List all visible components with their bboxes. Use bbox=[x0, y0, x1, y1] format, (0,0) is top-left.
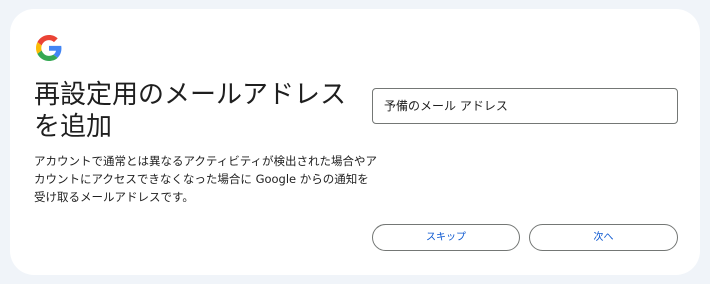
page-description: アカウントで通常とは異なるアクティビティが検出された場合やアカウントにアクセスで… bbox=[34, 154, 378, 204]
next-button[interactable]: 次へ bbox=[529, 224, 678, 251]
skip-button[interactable]: スキップ bbox=[372, 224, 520, 251]
recovery-email-card: 再設定用のメールアドレスを追加 アカウントで通常とは異なるアクティビティが検出さ… bbox=[10, 9, 700, 275]
recovery-email-field-container bbox=[372, 88, 678, 124]
page-title: 再設定用のメールアドレスを追加 bbox=[34, 80, 347, 142]
google-logo-icon bbox=[36, 35, 62, 61]
recovery-email-input[interactable] bbox=[373, 89, 677, 123]
